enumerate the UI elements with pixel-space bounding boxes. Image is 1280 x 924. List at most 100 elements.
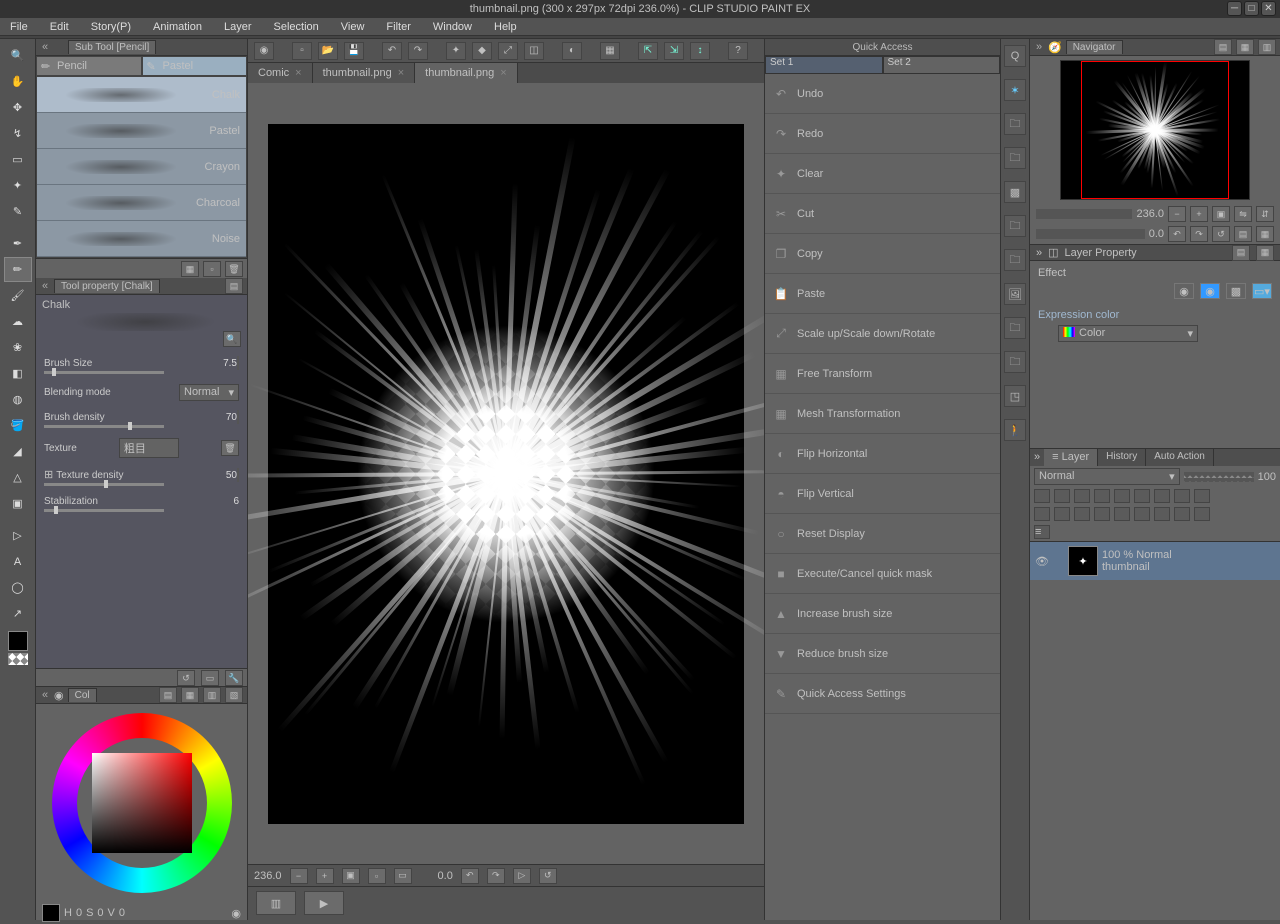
- qa-item[interactable]: ❐Copy: [765, 234, 1000, 274]
- fit-icon[interactable]: ▣: [1212, 206, 1230, 222]
- rot-reset-icon[interactable]: ↺: [1212, 226, 1230, 242]
- nav-opt-icon[interactable]: ▤: [1214, 39, 1232, 55]
- color-opt2-icon[interactable]: ▦: [181, 687, 199, 703]
- marquee-tool-icon[interactable]: ▭: [4, 147, 32, 172]
- effect-border-icon[interactable]: ◉: [1174, 283, 1194, 299]
- foreground-color-swatch[interactable]: [8, 631, 28, 651]
- qa-item[interactable]: ◓Flip Vertical: [765, 474, 1000, 514]
- zoom-in-icon[interactable]: +: [316, 868, 334, 884]
- layer-item[interactable]: 👁 ✦ 100 % Normal thumbnail: [1030, 542, 1280, 580]
- more-icon[interactable]: [1194, 489, 1210, 503]
- brush-density-value[interactable]: 70: [226, 412, 237, 423]
- material-folder4-icon[interactable]: 🗀: [1004, 249, 1026, 271]
- actual-icon[interactable]: ▫: [368, 868, 386, 884]
- qa-tab-set2[interactable]: Set 2: [883, 56, 1001, 74]
- reset-rot-icon[interactable]: ↺: [539, 868, 557, 884]
- rotate-ccw-icon[interactable]: ↶: [461, 868, 479, 884]
- qa-item[interactable]: ○Reset Display: [765, 514, 1000, 554]
- qa-item[interactable]: ▦Mesh Transformation: [765, 394, 1000, 434]
- timeline-panel-icon[interactable]: ▥: [256, 891, 296, 915]
- undo-icon[interactable]: ↶: [382, 42, 402, 60]
- toolproperty-tab[interactable]: Tool property [Chalk]: [54, 279, 160, 293]
- lp-opt-icon[interactable]: ▤: [1232, 245, 1250, 261]
- color-opt4-icon[interactable]: ▧: [225, 687, 243, 703]
- operation-tool-icon[interactable]: ↯: [4, 121, 32, 146]
- snap-icon[interactable]: ⇱: [638, 42, 658, 60]
- grid-icon[interactable]: ▦: [600, 42, 620, 60]
- zoom-readout[interactable]: 236.0: [254, 870, 282, 882]
- pressure-icon[interactable]: [237, 468, 239, 482]
- zoom-out-icon[interactable]: −: [290, 868, 308, 884]
- snap2-icon[interactable]: ⇲: [664, 42, 684, 60]
- close-tab-icon[interactable]: ×: [295, 67, 301, 79]
- prop-settings-icon[interactable]: 🔧: [225, 670, 243, 686]
- new-raster-icon[interactable]: [1034, 507, 1050, 521]
- color-swatches[interactable]: [8, 631, 28, 665]
- blend-mode-combo[interactable]: Normal▾: [179, 384, 239, 401]
- text-tool-icon[interactable]: A: [4, 549, 32, 574]
- fill-cmd-icon[interactable]: ◆: [472, 42, 492, 60]
- tool-tab-pencil[interactable]: ✏Pencil: [36, 56, 142, 76]
- close-button[interactable]: ✕: [1261, 1, 1276, 16]
- menu-layer[interactable]: Layer: [224, 21, 252, 33]
- rot-opt-icon[interactable]: ▤: [1234, 226, 1252, 242]
- subtool-menu-icon[interactable]: ▦: [181, 261, 199, 277]
- material-folder6-icon[interactable]: 🗀: [1004, 351, 1026, 373]
- material-folder5-icon[interactable]: 🗀: [1004, 317, 1026, 339]
- background-color-swatch[interactable]: [8, 653, 28, 665]
- preview-zoom-icon[interactable]: 🔍: [223, 331, 241, 347]
- menu-story[interactable]: Story(P): [91, 21, 131, 33]
- panel-menu-icon[interactable]: ▤: [225, 278, 243, 294]
- new-folder-icon[interactable]: [1074, 507, 1090, 521]
- qa-item[interactable]: ▼Reduce brush size: [765, 634, 1000, 674]
- delete-layer-icon[interactable]: [1194, 507, 1210, 521]
- eyedropper-tool-icon[interactable]: ✎: [4, 199, 32, 224]
- brush-density-slider[interactable]: [44, 425, 164, 428]
- menu-animation[interactable]: Animation: [153, 21, 202, 33]
- visibility-icon[interactable]: 👁: [1034, 555, 1050, 568]
- mask-icon[interactable]: [1134, 489, 1150, 503]
- apply-mask-icon[interactable]: [1174, 507, 1190, 521]
- opacity-slider[interactable]: [1184, 472, 1254, 482]
- menu-file[interactable]: File: [10, 21, 28, 33]
- pen-tool-icon[interactable]: ✒: [4, 231, 32, 256]
- collapse-icon[interactable]: »: [1030, 449, 1044, 466]
- ruler-layer-icon[interactable]: [1154, 489, 1170, 503]
- mini-swatch[interactable]: [42, 904, 60, 922]
- brush-item-noise[interactable]: Noise: [37, 221, 246, 257]
- qa-item[interactable]: ✂Cut: [765, 194, 1000, 234]
- prop-save-icon[interactable]: ▭: [201, 670, 219, 686]
- texture-combo[interactable]: 粗目: [119, 438, 179, 458]
- correct-tool-icon[interactable]: ↗: [4, 601, 32, 626]
- canvas-viewport[interactable]: [248, 83, 764, 864]
- layer-blend-combo[interactable]: Normal▾: [1034, 468, 1180, 485]
- qa-item[interactable]: ↷Redo: [765, 114, 1000, 154]
- qa-item[interactable]: ■Execute/Cancel quick mask: [765, 554, 1000, 594]
- clear-icon[interactable]: ✦: [446, 42, 466, 60]
- opacity-value[interactable]: 100: [1258, 471, 1276, 483]
- navigator-tab[interactable]: Navigator: [1066, 40, 1123, 54]
- material-3d-icon[interactable]: ◳: [1004, 385, 1026, 407]
- redo-icon[interactable]: ↷: [408, 42, 428, 60]
- effect-tone-icon[interactable]: ◉: [1200, 283, 1220, 299]
- qa-item[interactable]: ✦Clear: [765, 154, 1000, 194]
- stabilization-slider[interactable]: [44, 509, 164, 512]
- brush-tool-icon[interactable]: 🖌: [4, 283, 32, 308]
- qa-item[interactable]: ↶Undo: [765, 74, 1000, 114]
- hand-tool-icon[interactable]: ✋: [4, 69, 32, 94]
- gradient-tool-icon[interactable]: ◢: [4, 439, 32, 464]
- layer-name-label[interactable]: thumbnail: [1102, 561, 1172, 573]
- save-icon[interactable]: 💾: [344, 42, 364, 60]
- collapse-icon[interactable]: »: [1036, 247, 1042, 259]
- balloon-tool-icon[interactable]: ◯: [4, 575, 32, 600]
- rotation-slider[interactable]: [1036, 229, 1145, 239]
- new-corr-icon[interactable]: [1154, 507, 1170, 521]
- qa-item[interactable]: ⤢Scale up/Scale down/Rotate: [765, 314, 1000, 354]
- help-icon[interactable]: ?: [728, 42, 748, 60]
- new-frame-icon[interactable]: [1094, 507, 1110, 521]
- snap3-icon[interactable]: ↕: [690, 42, 710, 60]
- menu-edit[interactable]: Edit: [50, 21, 69, 33]
- collapse-icon[interactable]: »: [1034, 41, 1044, 53]
- draft-icon[interactable]: [1094, 489, 1110, 503]
- search-material-icon[interactable]: Q: [1004, 45, 1026, 67]
